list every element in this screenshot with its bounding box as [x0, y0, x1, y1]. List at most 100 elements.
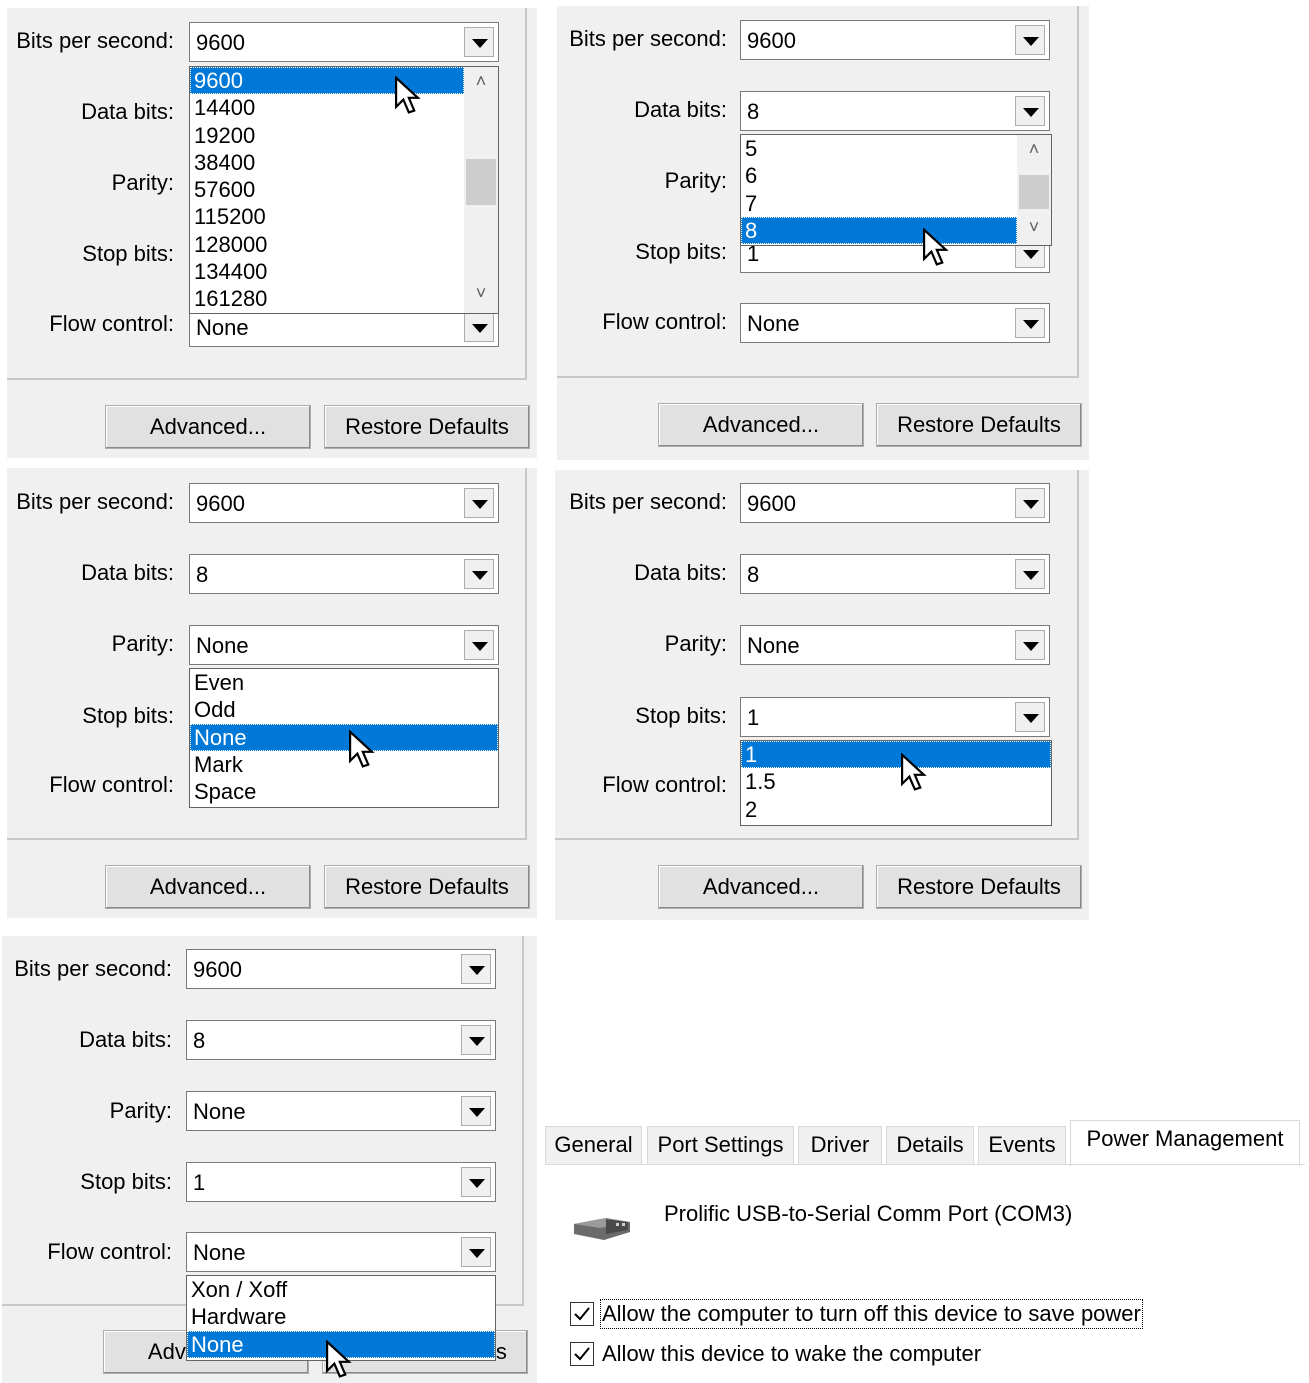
- chevron-down-icon[interactable]: [1015, 308, 1045, 338]
- scrollbar-thumb[interactable]: [466, 159, 496, 205]
- stop-bits-select[interactable]: 1: [740, 697, 1050, 737]
- scrollbar[interactable]: ˄ ˅: [464, 67, 498, 313]
- dropdown-option[interactable]: Space: [190, 778, 498, 805]
- bits-per-second-value: 9600: [196, 30, 245, 55]
- chevron-down-icon[interactable]: [464, 559, 494, 589]
- tab-details[interactable]: Details: [886, 1126, 974, 1164]
- dropdown-option[interactable]: 5: [741, 135, 1017, 162]
- flow-control-select[interactable]: None: [186, 1232, 496, 1272]
- stop-bits-value: 1: [747, 705, 760, 730]
- advanced-button[interactable]: Advanced...: [105, 405, 311, 449]
- parity-value: None: [193, 1099, 246, 1124]
- allow-wake-checkbox[interactable]: [570, 1342, 594, 1366]
- allow-turn-off-label[interactable]: Allow the computer to turn off this devi…: [600, 1299, 1143, 1329]
- dropdown-option[interactable]: Xon / Xoff: [187, 1276, 495, 1303]
- parity-dropdown[interactable]: Even Odd None Mark Space: [189, 668, 499, 808]
- port-settings-panel-5: Bits per second: 9600 Data bits: 8 Parit…: [2, 936, 537, 1383]
- dropdown-option[interactable]: 115200: [190, 203, 464, 230]
- scrollbar[interactable]: ˄ ˅: [1017, 135, 1051, 245]
- chevron-down-icon[interactable]: [1015, 25, 1045, 55]
- chevron-up-icon[interactable]: ˄: [464, 71, 498, 97]
- chevron-down-icon[interactable]: [1015, 488, 1045, 518]
- data-bits-select[interactable]: 8: [186, 1020, 496, 1060]
- stop-bits-label: Stop bits:: [82, 703, 174, 728]
- chevron-down-icon[interactable]: [464, 630, 494, 660]
- chevron-down-icon[interactable]: [464, 312, 494, 342]
- advanced-button[interactable]: Advanced...: [658, 403, 864, 447]
- data-bits-label: Data bits:: [634, 560, 727, 585]
- restore-defaults-button[interactable]: Restore Defaults: [324, 865, 530, 909]
- dropdown-option[interactable]: 14400: [190, 94, 464, 121]
- dropdown-option[interactable]: Hardware: [187, 1303, 495, 1330]
- bits-per-second-dropdown[interactable]: 9600 14400 19200 38400 57600 115200 1280…: [189, 66, 499, 314]
- restore-defaults-button[interactable]: Restore Defaults: [876, 865, 1082, 909]
- bits-per-second-select[interactable]: 9600: [186, 949, 496, 989]
- parity-select[interactable]: None: [186, 1091, 496, 1131]
- allow-turn-off-checkbox[interactable]: [570, 1302, 594, 1326]
- tab-port-settings[interactable]: Port Settings: [647, 1126, 794, 1164]
- parity-select[interactable]: None: [740, 625, 1050, 665]
- group-border: [1077, 6, 1079, 378]
- data-bits-label: Data bits:: [79, 1027, 172, 1052]
- dropdown-option[interactable]: 38400: [190, 149, 464, 176]
- chevron-down-icon[interactable]: [461, 1237, 491, 1267]
- serial-port-device-icon: [574, 1218, 630, 1240]
- dropdown-option[interactable]: Odd: [190, 696, 498, 723]
- dropdown-option[interactable]: 57600: [190, 176, 464, 203]
- dropdown-option[interactable]: 134400: [190, 258, 464, 285]
- option-list: 5 6 7 8: [741, 135, 1017, 245]
- tab-general[interactable]: General: [545, 1126, 642, 1164]
- bits-per-second-select[interactable]: 9600: [740, 20, 1050, 60]
- chevron-up-icon[interactable]: ˄: [1017, 139, 1051, 165]
- dropdown-option[interactable]: Mark: [190, 751, 498, 778]
- chevron-down-icon[interactable]: [1015, 702, 1045, 732]
- restore-defaults-button[interactable]: Restore Defaults: [324, 405, 530, 449]
- chevron-down-icon[interactable]: [461, 954, 491, 984]
- data-bits-dropdown[interactable]: 5 6 7 8 ˄ ˅: [740, 134, 1052, 246]
- data-bits-select[interactable]: 8: [740, 91, 1050, 131]
- dropdown-option[interactable]: Even: [190, 669, 498, 696]
- dropdown-option[interactable]: 128000: [190, 231, 464, 258]
- advanced-button[interactable]: Advanced...: [105, 865, 311, 909]
- dropdown-option[interactable]: 7: [741, 190, 1017, 217]
- bits-per-second-select[interactable]: 9600: [189, 483, 499, 523]
- parity-select[interactable]: None: [189, 625, 499, 665]
- tab-content-border: [545, 1164, 1305, 1165]
- dropdown-option[interactable]: 19200: [190, 122, 464, 149]
- flow-control-select[interactable]: None: [740, 303, 1050, 343]
- dropdown-option[interactable]: 161280: [190, 285, 464, 312]
- stop-bits-dropdown[interactable]: 1 1.5 2: [740, 740, 1052, 826]
- chevron-down-icon[interactable]: ˅: [1017, 217, 1051, 243]
- dropdown-option[interactable]: 9600: [190, 67, 464, 95]
- dropdown-option[interactable]: None: [190, 723, 498, 751]
- chevron-down-icon[interactable]: [464, 27, 494, 57]
- restore-defaults-button[interactable]: Restore Defaults: [876, 403, 1082, 447]
- data-bits-select[interactable]: 8: [740, 554, 1050, 594]
- chevron-down-icon[interactable]: [464, 488, 494, 518]
- chevron-down-icon[interactable]: [1015, 559, 1045, 589]
- stop-bits-select[interactable]: 1: [186, 1162, 496, 1202]
- chevron-down-icon[interactable]: [461, 1096, 491, 1126]
- dropdown-option[interactable]: 8: [741, 216, 1017, 245]
- chevron-down-icon[interactable]: [1015, 630, 1045, 660]
- chevron-down-icon[interactable]: [1015, 96, 1045, 126]
- data-bits-select[interactable]: 8: [189, 554, 499, 594]
- dropdown-option[interactable]: 6: [741, 162, 1017, 189]
- advanced-button[interactable]: Advanced...: [658, 865, 864, 909]
- flow-control-value: None: [747, 311, 800, 336]
- data-bits-label: Data bits:: [81, 99, 174, 124]
- allow-wake-label[interactable]: Allow this device to wake the computer: [602, 1341, 981, 1367]
- chevron-down-icon[interactable]: ˅: [464, 283, 498, 309]
- chevron-down-icon[interactable]: [461, 1025, 491, 1055]
- dropdown-option[interactable]: 1.5: [741, 768, 1051, 795]
- chevron-down-icon[interactable]: [461, 1167, 491, 1197]
- scrollbar-thumb[interactable]: [1019, 175, 1049, 209]
- dropdown-option[interactable]: 1: [741, 741, 1051, 769]
- bits-per-second-select[interactable]: 9600: [740, 483, 1050, 523]
- dropdown-option[interactable]: 2: [741, 796, 1051, 823]
- tab-events[interactable]: Events: [978, 1126, 1066, 1164]
- tab-driver[interactable]: Driver: [798, 1126, 882, 1164]
- tab-power-management[interactable]: Power Management: [1070, 1120, 1300, 1166]
- mouse-cursor-icon: [395, 76, 421, 114]
- bits-per-second-select[interactable]: 9600: [189, 22, 499, 62]
